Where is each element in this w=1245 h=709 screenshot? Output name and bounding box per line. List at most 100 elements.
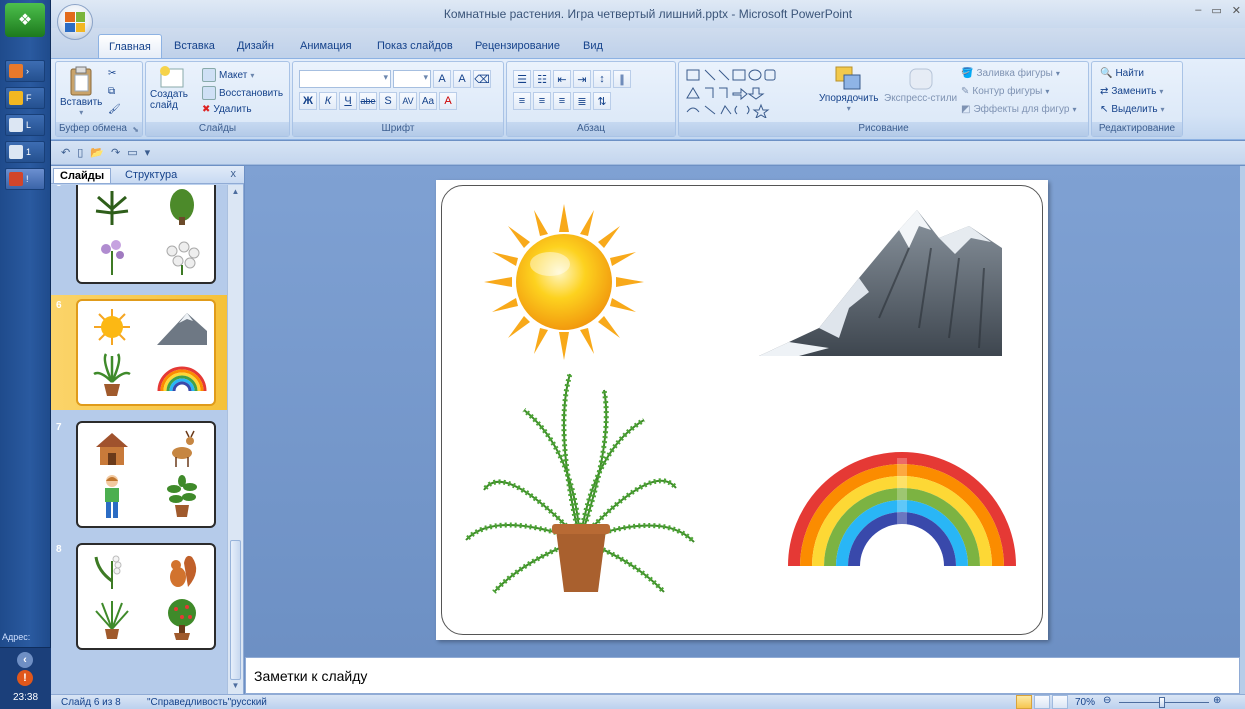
normal-view-icon[interactable] bbox=[1016, 695, 1032, 709]
open-icon[interactable]: 📂 bbox=[90, 146, 104, 159]
notes-pane[interactable]: Заметки к слайду bbox=[245, 657, 1240, 694]
font-color-button[interactable]: A bbox=[439, 92, 457, 110]
tab-insert[interactable]: Вставка bbox=[174, 40, 215, 52]
tab-review[interactable]: Рецензирование bbox=[475, 40, 560, 52]
minimize-button[interactable]: – bbox=[1195, 4, 1201, 17]
zoom-slider-knob[interactable] bbox=[1159, 697, 1165, 708]
shapes-gallery-icon[interactable] bbox=[685, 68, 805, 118]
tab-slideshow[interactable]: Показ слайдов bbox=[377, 40, 453, 52]
taskbar-button-folder[interactable]: F bbox=[5, 87, 45, 109]
close-panel-icon[interactable]: x bbox=[231, 168, 237, 180]
zoom-in-icon[interactable]: ⊕ bbox=[1213, 695, 1221, 706]
slide-thumbnail-7[interactable]: 7 bbox=[51, 417, 228, 532]
tab-slides[interactable]: Слайды bbox=[53, 168, 112, 183]
clock[interactable]: 23:38 bbox=[0, 692, 51, 703]
tab-design[interactable]: Дизайн bbox=[237, 40, 274, 52]
justify-icon[interactable]: ≣ bbox=[573, 92, 591, 110]
grow-font-button[interactable]: A bbox=[433, 70, 451, 88]
format-painter-icon[interactable]: 🖌 bbox=[108, 104, 121, 115]
find-button[interactable]: 🔍 Найти bbox=[1100, 68, 1144, 79]
align-center-icon[interactable]: ≡ bbox=[533, 92, 551, 110]
slide-7-preview bbox=[76, 421, 216, 528]
font-size-combo[interactable] bbox=[393, 70, 431, 88]
tab-outline[interactable]: Структура bbox=[119, 168, 183, 182]
flower-icon bbox=[84, 235, 140, 279]
language-indicator[interactable]: русский bbox=[231, 697, 267, 708]
tab-animation[interactable]: Анимация bbox=[300, 40, 352, 52]
strike-button[interactable]: abe bbox=[359, 92, 377, 110]
scroll-down-icon[interactable]: ▼ bbox=[230, 681, 241, 692]
sun-image[interactable] bbox=[476, 202, 652, 362]
scroll-up-icon[interactable]: ▲ bbox=[230, 187, 241, 198]
slideshow-view-icon[interactable] bbox=[1052, 695, 1068, 709]
arrange-button[interactable]: Упорядочить ▾ bbox=[819, 65, 879, 113]
current-slide[interactable] bbox=[436, 180, 1048, 640]
font-name-combo[interactable] bbox=[299, 70, 391, 88]
sun-icon bbox=[84, 305, 140, 349]
change-case-button[interactable]: Aa bbox=[419, 92, 437, 110]
slide-sorter-icon[interactable] bbox=[1034, 695, 1050, 709]
slide-thumbnail-8[interactable]: 8 bbox=[51, 539, 228, 654]
increase-indent-icon[interactable]: ⇥ bbox=[573, 70, 591, 88]
close-button[interactable]: ✕ bbox=[1232, 4, 1241, 17]
shadow-button[interactable]: S bbox=[379, 92, 397, 110]
slideshow-icon[interactable]: ▭ bbox=[127, 146, 137, 159]
new-document-icon[interactable]: ▯ bbox=[77, 146, 83, 159]
replace-button[interactable]: ⇄ Заменить ▾ bbox=[1100, 86, 1163, 97]
bullets-icon[interactable]: ☰ bbox=[513, 70, 531, 88]
office-button[interactable] bbox=[57, 4, 93, 40]
columns-icon[interactable]: ∥ bbox=[613, 70, 631, 88]
quick-styles-button[interactable]: Экспресс-стили bbox=[884, 65, 957, 104]
address-label: Адрес: bbox=[2, 632, 31, 642]
shrink-font-button[interactable]: A bbox=[453, 70, 471, 88]
taskbar-button-powerpoint[interactable]: ! bbox=[5, 168, 45, 190]
tab-home[interactable]: Главная bbox=[98, 34, 162, 59]
slides-group: Создать слайд Макет ▾ Восстановить ✖ Удали… bbox=[145, 61, 290, 137]
shape-effects-button[interactable]: ◩ Эффекты для фигур ▾ bbox=[961, 104, 1076, 115]
scroll-thumb[interactable] bbox=[230, 540, 241, 680]
char-spacing-button[interactable]: AV bbox=[399, 92, 417, 110]
taskbar-button-doc-1[interactable]: L bbox=[5, 114, 45, 136]
replace-icon: ⇄ bbox=[1100, 86, 1109, 97]
alert-icon[interactable]: ! bbox=[17, 670, 33, 686]
shape-outline-button[interactable]: ✎ Контур фигуры ▾ bbox=[961, 86, 1049, 97]
start-button[interactable]: ❖ bbox=[5, 3, 45, 37]
underline-button[interactable]: Ч bbox=[339, 92, 357, 110]
clipboard-launcher-icon[interactable]: ⬊ bbox=[132, 125, 139, 134]
clear-format-icon[interactable]: ⌫ bbox=[473, 70, 491, 88]
cut-icon[interactable]: ✂ bbox=[108, 68, 116, 79]
align-right-icon[interactable]: ≡ bbox=[553, 92, 571, 110]
numbering-icon[interactable]: ☷ bbox=[533, 70, 551, 88]
redo-icon[interactable]: ↷ bbox=[111, 146, 120, 159]
italic-button[interactable]: К bbox=[319, 92, 337, 110]
taskbar-button-doc-2[interactable]: 1 bbox=[5, 141, 45, 163]
restore-button[interactable]: ▭ bbox=[1211, 4, 1221, 17]
slides-scrollbar[interactable]: ▲ ▼ bbox=[227, 185, 243, 694]
delete-slide-button[interactable]: ✖ Удалить bbox=[202, 104, 252, 115]
slide-thumbnail-5[interactable]: 5 bbox=[51, 185, 228, 288]
customize-qat-icon[interactable]: ▾ bbox=[145, 146, 151, 159]
bold-button[interactable]: Ж bbox=[299, 92, 317, 110]
new-slide-button[interactable]: Создать слайд bbox=[150, 65, 194, 111]
rainbow-image[interactable] bbox=[788, 438, 1016, 568]
shape-fill-button[interactable]: 🪣 Заливка фигуры ▾ bbox=[961, 68, 1060, 79]
layout-button[interactable]: Макет ▾ bbox=[202, 68, 254, 82]
undo-icon[interactable]: ↶ bbox=[61, 146, 70, 159]
taskbar-button-browser[interactable]: › bbox=[5, 60, 45, 82]
slide-thumbnail-6[interactable]: 6 bbox=[51, 295, 228, 410]
text-direction-icon[interactable]: ⇅ bbox=[593, 92, 611, 110]
tray-expand-icon[interactable]: ‹ bbox=[17, 652, 33, 668]
decrease-indent-icon[interactable]: ⇤ bbox=[553, 70, 571, 88]
align-left-icon[interactable]: ≡ bbox=[513, 92, 531, 110]
line-spacing-icon[interactable]: ↕ bbox=[593, 70, 611, 88]
copy-icon[interactable]: ⧉ bbox=[108, 86, 115, 97]
reset-button[interactable]: Восстановить bbox=[202, 86, 283, 100]
theme-name[interactable]: "Справедливость" bbox=[147, 697, 231, 708]
paste-button[interactable]: Вставить ▾ bbox=[60, 65, 102, 117]
fern-image[interactable] bbox=[464, 370, 696, 600]
mountain-image[interactable] bbox=[759, 208, 1002, 356]
tab-view[interactable]: Вид bbox=[583, 40, 603, 52]
select-button[interactable]: ↖ Выделить ▾ bbox=[1100, 104, 1165, 115]
zoom-out-icon[interactable]: ⊖ bbox=[1103, 695, 1111, 706]
zoom-level[interactable]: 70% bbox=[1075, 697, 1095, 708]
